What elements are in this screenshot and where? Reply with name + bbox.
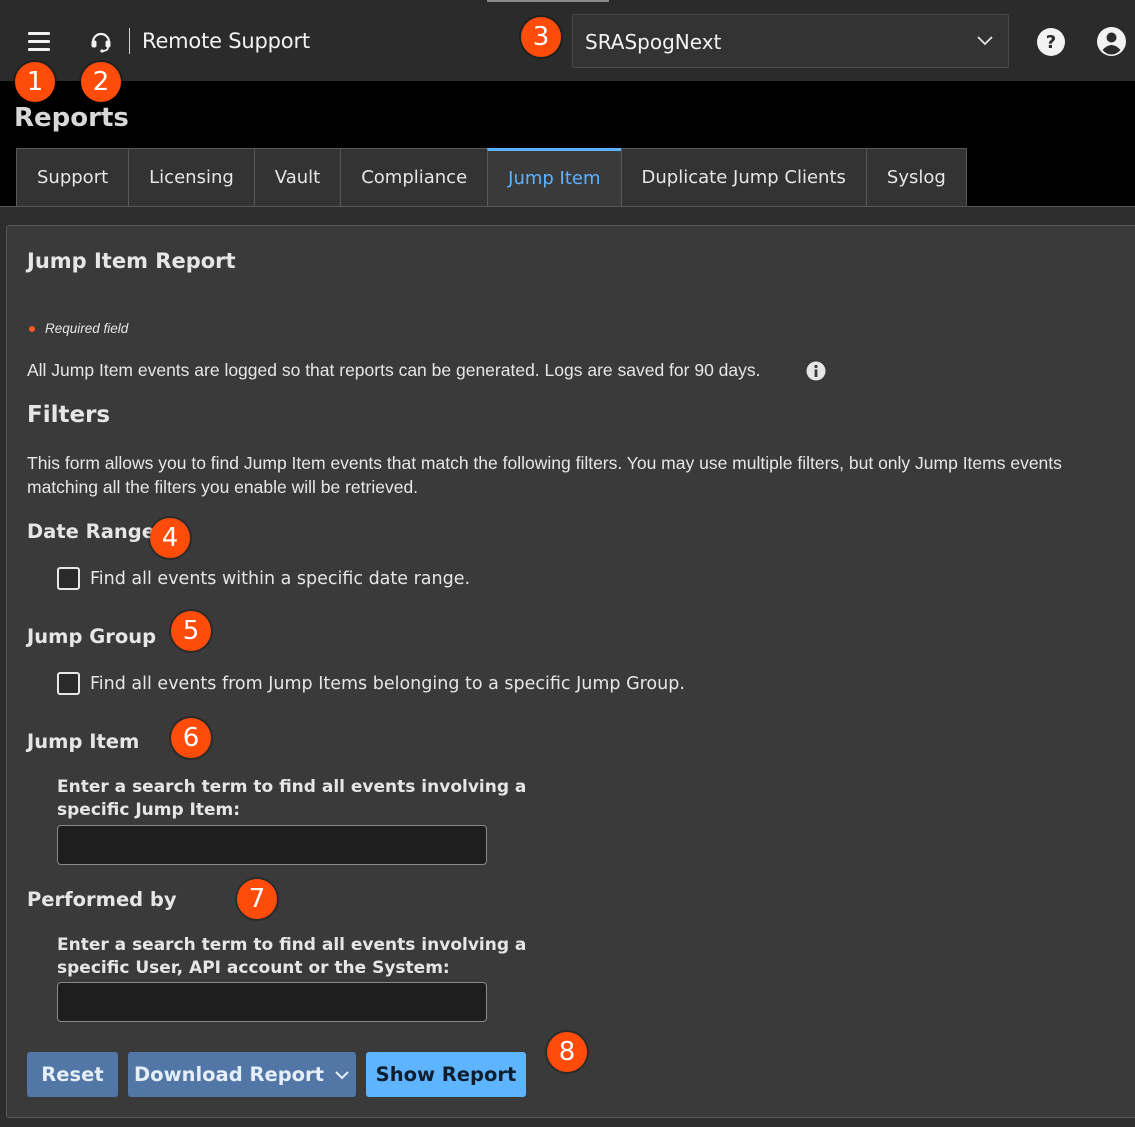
site-selector-dropdown[interactable]: SRASpogNext xyxy=(572,14,1009,68)
chevron-down-icon xyxy=(335,1070,349,1079)
annotation-badge: 2 xyxy=(81,62,121,102)
title-divider xyxy=(129,28,130,54)
tab-syslog[interactable]: Syslog xyxy=(865,148,967,207)
jump-group-checkbox-label[interactable]: Find all events from Jump Items belongin… xyxy=(90,674,685,694)
date-range-checkbox-label[interactable]: Find all events within a specific date r… xyxy=(90,569,470,589)
annotation-badge: 8 xyxy=(547,1032,587,1072)
tab-compliance[interactable]: Compliance xyxy=(340,148,488,207)
info-icon[interactable] xyxy=(806,361,826,381)
download-report-label: Download Report xyxy=(133,1063,324,1086)
jump-item-search-input[interactable] xyxy=(57,825,487,865)
tab-vault[interactable]: Vault xyxy=(253,148,341,207)
chevron-down-icon xyxy=(977,36,993,46)
performed-by-search-input[interactable] xyxy=(57,982,487,1022)
help-icon[interactable]: ? xyxy=(1036,27,1066,57)
site-selector-value: SRASpogNext xyxy=(585,30,722,54)
report-tabs: Support Licensing Vault Compliance Jump … xyxy=(16,148,967,207)
tab-licensing[interactable]: Licensing xyxy=(128,148,254,207)
jump-group-checkbox[interactable] xyxy=(57,672,80,695)
page-title: Reports xyxy=(14,103,129,133)
date-range-checkbox[interactable] xyxy=(57,567,80,590)
show-report-button[interactable]: Show Report xyxy=(366,1052,526,1097)
annotation-badge: 3 xyxy=(521,17,561,57)
top-bar: Remote Support SRASpogNext ? xyxy=(0,0,1135,81)
report-intro-text: All Jump Item events are logged so that … xyxy=(27,360,761,380)
user-account-icon[interactable] xyxy=(1096,26,1127,57)
window-notch xyxy=(487,0,609,2)
report-title: Jump Item Report xyxy=(27,249,236,273)
performed-by-label: Performed by xyxy=(27,888,177,911)
jump-item-label: Jump Item xyxy=(27,730,140,753)
download-report-button[interactable]: Download Report xyxy=(128,1052,356,1097)
jump-item-field-label: Enter a search term to find all events i… xyxy=(57,777,527,820)
svg-text:?: ? xyxy=(1046,32,1056,53)
required-field-note: Required field xyxy=(45,321,129,336)
annotation-badge: 4 xyxy=(150,518,190,558)
tab-duplicate-jump-clients[interactable]: Duplicate Jump Clients xyxy=(620,148,866,207)
annotation-badge: 5 xyxy=(171,611,211,651)
app-title: Remote Support xyxy=(142,29,310,53)
filters-heading: Filters xyxy=(27,402,111,428)
tab-jump-item[interactable]: Jump Item xyxy=(487,148,621,207)
headset-icon xyxy=(88,29,114,55)
filters-description: This form allows you to find Jump Item e… xyxy=(27,453,1062,497)
performed-by-field-label: Enter a search term to find all events i… xyxy=(57,935,527,978)
required-indicator-icon xyxy=(29,326,35,332)
annotation-badge: 1 xyxy=(15,62,55,102)
annotation-badge: 6 xyxy=(171,718,211,758)
date-range-label: Date Range xyxy=(27,520,155,543)
hamburger-menu-icon[interactable] xyxy=(22,26,56,56)
annotation-badge: 7 xyxy=(237,879,277,919)
tab-support[interactable]: Support xyxy=(16,148,129,207)
jump-group-label: Jump Group xyxy=(27,625,157,648)
reset-button[interactable]: Reset xyxy=(27,1052,118,1097)
